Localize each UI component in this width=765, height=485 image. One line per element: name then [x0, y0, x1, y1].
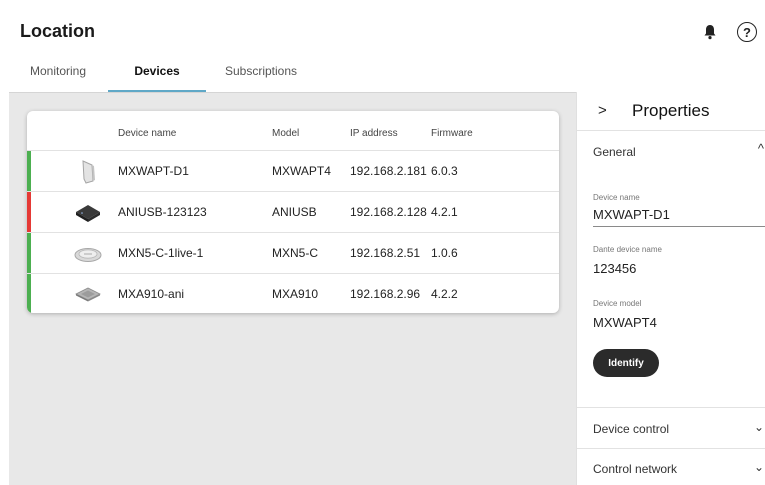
access-point-device-icon — [73, 157, 103, 185]
col-model[interactable]: Model — [272, 128, 299, 139]
device-model: MXWAPT4 — [272, 164, 331, 178]
device-ip: 192.168.2.181 — [350, 164, 427, 178]
header-actions: ? — [701, 22, 757, 42]
devices-panel: Device name Model IP address Firmware MX… — [9, 92, 576, 485]
device-control-label: Device control — [593, 422, 670, 436]
chevron-up-icon: ^ — [757, 141, 764, 156]
device-name-underline — [593, 226, 765, 227]
table-row[interactable]: ANIUSB-123123 ANIUSB 192.168.2.128 4.2.1 — [27, 192, 559, 233]
col-device-name[interactable]: Device name — [118, 128, 176, 139]
general-section: General ^ Device name MXWAPT-D1 Dante de… — [577, 131, 765, 408]
device-model: MXN5-C — [272, 246, 319, 260]
ceiling-speaker-device-icon — [73, 239, 103, 267]
identify-button[interactable]: Identify — [593, 349, 659, 377]
properties-title: Properties — [632, 101, 710, 120]
tab-subscriptions[interactable]: Subscriptions — [206, 54, 316, 92]
dante-device-name-value: 123456 — [593, 261, 637, 276]
device-model-value: MXWAPT4 — [593, 315, 657, 330]
table-row[interactable]: MXN5-C-1live-1 MXN5-C 192.168.2.51 1.0.6 — [27, 233, 559, 274]
device-control-section[interactable]: Device control ⌄ — [577, 408, 765, 449]
device-name: MXA910-ani — [118, 287, 185, 301]
device-ip: 192.168.2.128 — [350, 205, 427, 219]
control-network-label: Control network — [593, 462, 678, 476]
page-title: Location — [20, 21, 95, 41]
device-model: MXA910 — [272, 287, 319, 301]
device-name: MXWAPT-D1 — [118, 164, 189, 178]
app-header: Location ? Monitoring Devices Subscripti… — [0, 0, 765, 92]
chevron-down-icon: ⌄ — [753, 460, 764, 474]
chevron-down-icon: ⌄ — [753, 420, 764, 434]
status-indicator — [27, 151, 31, 191]
properties-header: > Properties — [577, 92, 765, 131]
tab-devices[interactable]: Devices — [108, 54, 206, 92]
bell-icon[interactable] — [701, 23, 719, 41]
help-icon[interactable]: ? — [737, 22, 757, 42]
device-firmware: 6.0.3 — [431, 164, 458, 178]
tab-monitoring[interactable]: Monitoring — [8, 54, 108, 92]
table-row[interactable]: MXA910-ani MXA910 192.168.2.96 4.2.2 — [27, 274, 559, 313]
device-name-label: Device name — [593, 193, 640, 202]
col-firmware[interactable]: Firmware — [431, 128, 473, 139]
device-firmware: 1.0.6 — [431, 246, 458, 260]
properties-panel: > Properties General ^ Device name MXWAP… — [576, 92, 765, 485]
status-indicator — [27, 274, 31, 313]
device-model: ANIUSB — [272, 205, 317, 219]
device-name: ANIUSB-123123 — [118, 205, 207, 219]
usb-interface-device-icon — [73, 198, 103, 226]
device-model-label: Device model — [593, 299, 642, 308]
device-firmware: 4.2.1 — [431, 205, 458, 219]
collapse-chevron-icon[interactable]: > — [598, 102, 607, 119]
general-section-label: General — [593, 145, 636, 159]
general-section-header[interactable]: General ^ — [577, 131, 765, 169]
device-name: MXN5-C-1live-1 — [118, 246, 204, 260]
table-header: Device name Model IP address Firmware — [27, 111, 559, 151]
array-microphone-device-icon — [73, 280, 103, 308]
devices-table: Device name Model IP address Firmware MX… — [27, 111, 559, 313]
device-name-field[interactable]: MXWAPT-D1 — [593, 207, 670, 222]
status-indicator — [27, 233, 31, 273]
table-row[interactable]: MXWAPT-D1 MXWAPT4 192.168.2.181 6.0.3 — [27, 151, 559, 192]
status-indicator — [27, 192, 31, 232]
dante-device-name-label: Dante device name — [593, 245, 662, 254]
device-firmware: 4.2.2 — [431, 287, 458, 301]
tab-bar: Monitoring Devices Subscriptions — [8, 54, 316, 92]
device-ip: 192.168.2.96 — [350, 287, 421, 301]
device-ip: 192.168.2.51 — [350, 246, 421, 260]
col-ip-address[interactable]: IP address — [350, 128, 398, 139]
control-network-section[interactable]: Control network ⌄ — [577, 449, 765, 485]
